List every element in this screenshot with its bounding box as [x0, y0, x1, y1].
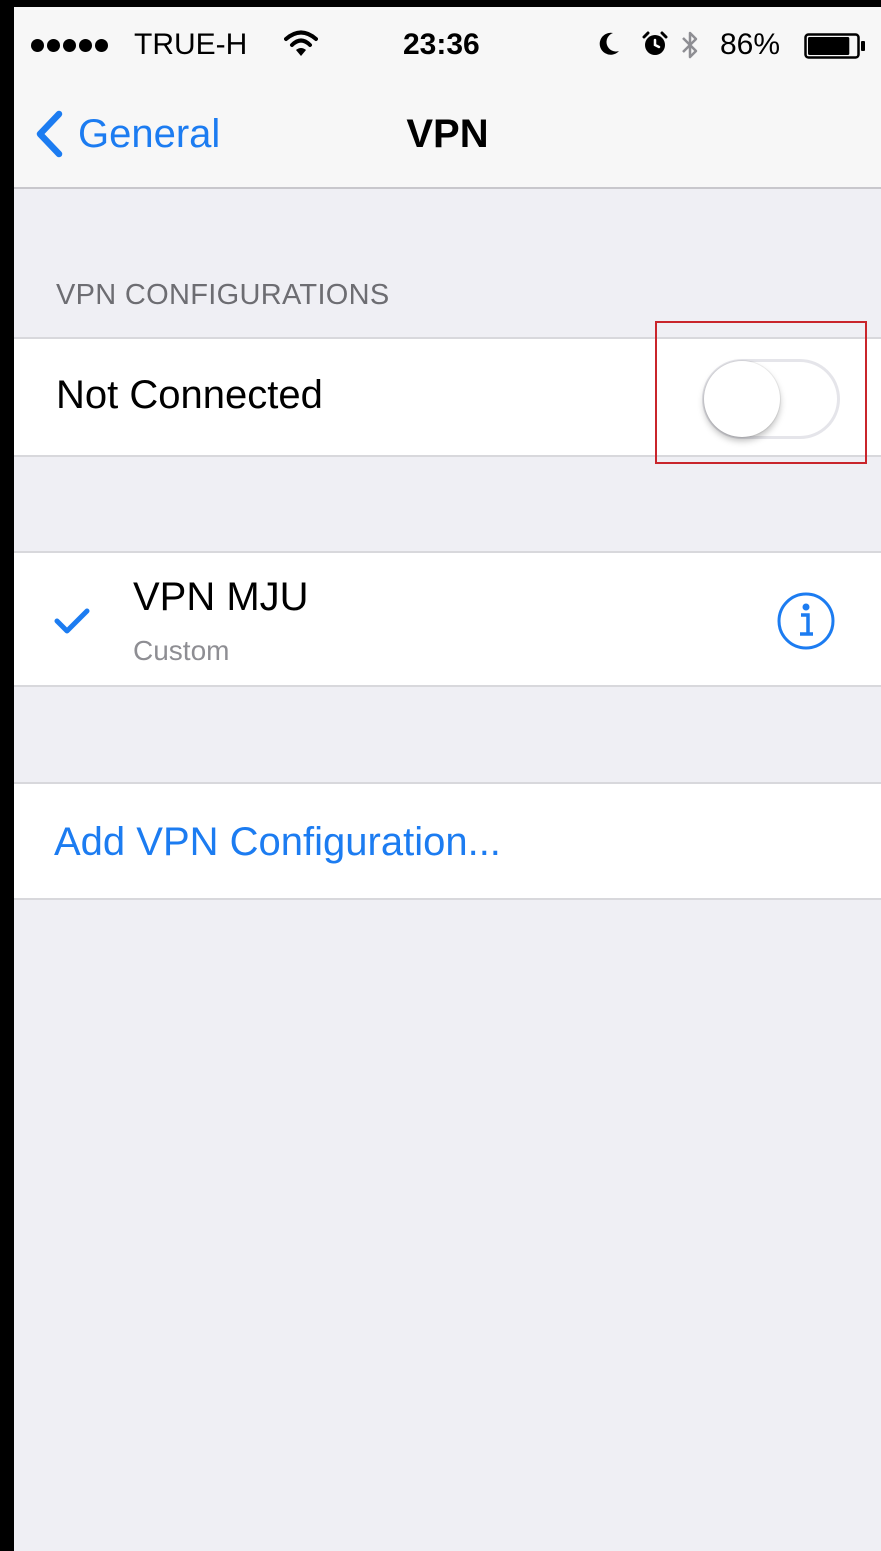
- alarm-icon: [642, 31, 668, 55]
- info-icon[interactable]: [776, 591, 836, 651]
- moon-icon: [599, 32, 619, 55]
- status-bar: TRUE-H 23:36 86%: [14, 7, 881, 83]
- vpn-name: VPN MJU: [133, 575, 309, 619]
- clock: 23:36: [403, 28, 480, 61]
- vpn-toggle[interactable]: [702, 359, 840, 439]
- vpn-configuration-item[interactable]: VPN MJU Custom: [14, 551, 881, 687]
- navigation-bar: General VPN: [14, 83, 881, 189]
- wifi-icon: [284, 30, 318, 56]
- carrier-name: TRUE-H: [134, 28, 248, 61]
- checkmark-icon: [54, 608, 90, 634]
- signal-strength-icon: [31, 39, 108, 52]
- vpn-type: Custom: [133, 635, 230, 666]
- battery-percent: 86%: [720, 28, 781, 61]
- toggle-knob: [704, 361, 780, 437]
- vpn-status-row: Not Connected: [14, 337, 881, 457]
- page-title: VPN: [406, 112, 489, 156]
- screen: TRUE-H 23:36 86% General VPN VPN CONFIGU…: [14, 7, 881, 1551]
- battery-icon: [804, 33, 865, 59]
- add-vpn-configuration-button[interactable]: Add VPN Configuration...: [14, 782, 881, 900]
- bluetooth-icon: [682, 31, 698, 59]
- vpn-status-label: Not Connected: [56, 373, 323, 417]
- section-header: VPN CONFIGURATIONS: [56, 279, 390, 311]
- add-vpn-configuration-label: Add VPN Configuration...: [54, 820, 501, 864]
